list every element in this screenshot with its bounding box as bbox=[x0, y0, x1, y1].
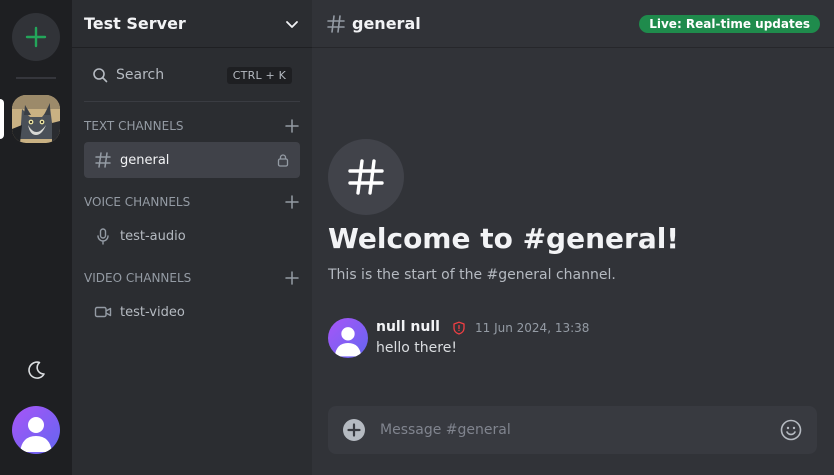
plus-icon[interactable] bbox=[284, 118, 300, 134]
channel-header: general Live: Real-time updates bbox=[312, 0, 834, 48]
lock-icon bbox=[277, 154, 289, 167]
add-server-button[interactable] bbox=[12, 13, 60, 61]
channel-label: test-video bbox=[120, 304, 185, 320]
plus-icon[interactable] bbox=[284, 194, 300, 210]
message-input[interactable] bbox=[380, 422, 765, 438]
plus-icon bbox=[25, 26, 47, 48]
microphone-icon bbox=[97, 228, 109, 245]
emoji-icon[interactable] bbox=[779, 418, 803, 442]
moon-icon bbox=[28, 361, 45, 379]
theme-toggle-button[interactable] bbox=[24, 358, 48, 382]
rail-divider bbox=[16, 77, 56, 79]
user-icon bbox=[328, 318, 368, 358]
search-button[interactable]: Search CTRL + K bbox=[84, 60, 300, 90]
chat-main: general Live: Real-time updates Welcome … bbox=[312, 0, 834, 475]
video-camera-icon bbox=[94, 306, 112, 318]
channel-label: general bbox=[120, 152, 170, 168]
user-icon bbox=[12, 406, 60, 454]
category-label: TEXT CHANNELS bbox=[84, 119, 184, 133]
message-author-avatar[interactable] bbox=[328, 318, 368, 358]
user-avatar[interactable] bbox=[12, 406, 60, 454]
sidebar-divider bbox=[84, 101, 300, 102]
category-text-channels: TEXT CHANNELS bbox=[84, 117, 300, 135]
message-composer bbox=[328, 406, 817, 454]
hash-icon bbox=[95, 152, 111, 168]
category-label: VIDEO CHANNELS bbox=[84, 271, 192, 285]
message-author[interactable]: null null bbox=[376, 319, 440, 335]
message-timestamp: 11 Jun 2024, 13:38 bbox=[475, 321, 590, 335]
search-label: Search bbox=[116, 67, 165, 83]
channel-test-audio[interactable]: test-audio bbox=[84, 218, 300, 254]
search-shortcut: CTRL + K bbox=[226, 66, 292, 84]
shield-icon bbox=[453, 321, 465, 335]
channel-title: general bbox=[352, 14, 421, 33]
message-content: hello there! bbox=[376, 340, 457, 356]
add-attachment-icon[interactable] bbox=[342, 418, 366, 442]
welcome-title: Welcome to #general! bbox=[328, 222, 680, 255]
hash-icon bbox=[327, 14, 345, 33]
server-rail bbox=[0, 0, 72, 475]
plus-icon[interactable] bbox=[284, 270, 300, 286]
server-header[interactable]: Test Server bbox=[72, 0, 312, 48]
hash-icon bbox=[348, 159, 384, 195]
chevron-down-icon bbox=[286, 20, 298, 28]
live-status-badge: Live: Real-time updates bbox=[639, 14, 820, 33]
channel-label: test-audio bbox=[120, 228, 186, 244]
server-icon-test-server[interactable] bbox=[12, 95, 60, 143]
category-voice-channels: VOICE CHANNELS bbox=[84, 193, 300, 211]
cat-avatar-icon bbox=[12, 95, 60, 143]
welcome-subtitle: This is the start of the #general channe… bbox=[328, 267, 616, 283]
channel-welcome-badge bbox=[328, 139, 404, 215]
channel-general[interactable]: general bbox=[84, 142, 300, 178]
message-item: null null 11 Jun 2024, 13:38 hello there… bbox=[328, 318, 818, 362]
category-label: VOICE CHANNELS bbox=[84, 195, 191, 209]
selected-server-indicator bbox=[0, 99, 4, 139]
search-icon bbox=[93, 68, 108, 83]
server-name: Test Server bbox=[84, 14, 186, 33]
channel-test-video[interactable]: test-video bbox=[84, 294, 300, 330]
channel-sidebar: Test Server Search CTRL + K TEXT CHANNEL… bbox=[72, 0, 312, 475]
category-video-channels: VIDEO CHANNELS bbox=[84, 269, 300, 287]
